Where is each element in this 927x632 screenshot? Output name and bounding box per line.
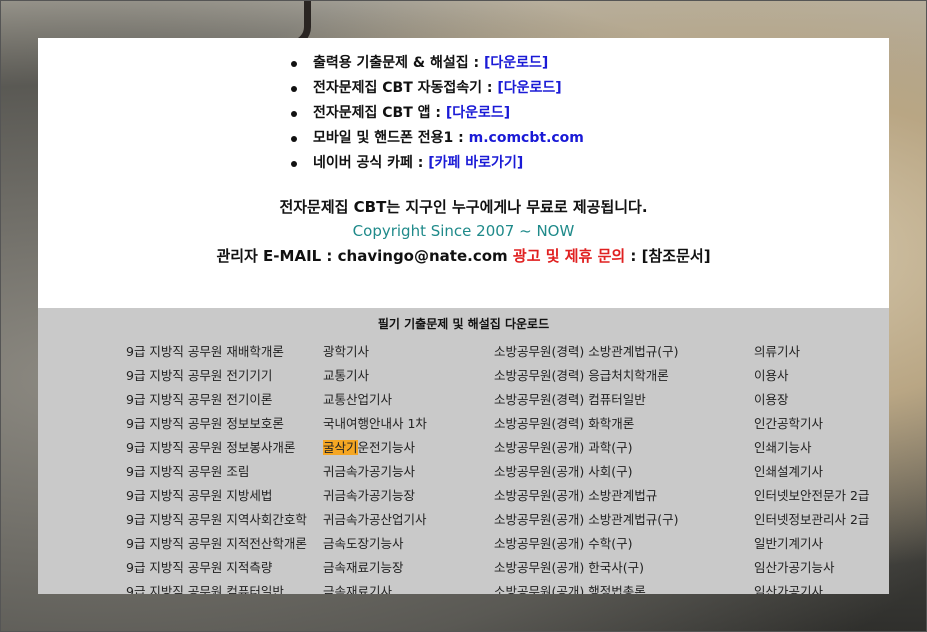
download-item: 전자문제집 CBT 앱 : [다운로드] <box>291 101 851 126</box>
exam-link[interactable]: 인터넷보안전문가 2급 <box>754 484 869 508</box>
download-label: 출력용 기출문제 & 해설집 : <box>313 55 484 71</box>
bullet-icon <box>291 136 297 142</box>
exam-link[interactable]: 9급 지방직 공무원 지역사회간호학 <box>126 508 307 532</box>
contact-line: 관리자 E-MAIL : chavingo@nate.com 광고 및 제휴 문… <box>38 245 889 266</box>
exam-link[interactable]: 금속도장기능사 <box>323 532 427 556</box>
exam-link[interactable]: 교통기사 <box>323 364 427 388</box>
bullet-icon <box>291 161 297 167</box>
exam-link[interactable]: 인쇄설계기사 <box>754 460 869 484</box>
exam-link[interactable]: 소방공무원(공개) 소방관계법규(구) <box>494 508 678 532</box>
download-item: 네이버 공식 카페 : [카페 바로가기] <box>291 151 851 176</box>
ad-inquiry-link[interactable]: 광고 및 제휴 문의 <box>513 247 625 265</box>
exam-link-rest: 운전기능사 <box>357 440 416 455</box>
exam-link[interactable]: 9급 지방직 공무원 지방세법 <box>126 484 307 508</box>
exam-link[interactable]: 소방공무원(공개) 과학(구) <box>494 436 678 460</box>
download-item: 전자문제집 CBT 자동접속기 : [다운로드] <box>291 76 851 101</box>
exam-link[interactable]: 소방공무원(경력) 소방관계법규(구) <box>494 340 678 364</box>
exam-column-1: 9급 지방직 공무원 재배학개론 9급 지방직 공무원 전기기기 9급 지방직 … <box>126 340 307 594</box>
exam-link[interactable]: 일반기계기사 <box>754 532 869 556</box>
exam-link[interactable]: 금속재료기능장 <box>323 556 427 580</box>
exam-link[interactable]: 소방공무원(공개) 한국사(구) <box>494 556 678 580</box>
contact-prefix: 관리자 E-MAIL : <box>216 247 338 265</box>
exam-link[interactable]: 인쇄기능사 <box>754 436 869 460</box>
free-notice: 전자문제집 CBT는 지구인 누구에게나 무료로 제공됩니다. <box>279 198 648 216</box>
exam-link[interactable]: 소방공무원(공개) 행정법총론 <box>494 580 678 594</box>
exam-link[interactable]: 인간공학기사 <box>754 412 869 436</box>
exam-link[interactable]: 소방공무원(공개) 수학(구) <box>494 532 678 556</box>
bullet-icon <box>291 111 297 117</box>
download-links-list: 출력용 기출문제 & 해설집 : [다운로드] 전자문제집 CBT 자동접속기 … <box>291 51 851 176</box>
reference-doc-link[interactable]: [참조문서] <box>642 247 711 265</box>
exam-column-3: 소방공무원(경력) 소방관계법규(구) 소방공무원(경력) 응급처치학개론 소방… <box>494 340 678 594</box>
auto-connector-download-link[interactable]: [다운로드] <box>497 80 561 96</box>
exam-link[interactable]: 소방공무원(경력) 화학개론 <box>494 412 678 436</box>
contact-separator: : <box>625 247 642 265</box>
content-panel: 출력용 기출문제 & 해설집 : [다운로드] 전자문제집 CBT 자동접속기 … <box>38 38 889 594</box>
exam-link[interactable]: 9급 지방직 공무원 전기기기 <box>126 364 307 388</box>
exam-section-title: 필기 기출문제 및 해설집 다운로드 <box>377 317 550 331</box>
download-label: 모바일 및 핸드폰 전용1 : <box>313 130 469 146</box>
exam-link[interactable]: 9급 지방직 공무원 컴퓨터일반 <box>126 580 307 594</box>
print-download-link[interactable]: [다운로드] <box>484 55 548 71</box>
exam-link[interactable]: 귀금속가공기능사 <box>323 460 427 484</box>
exam-link[interactable]: 소방공무원(경력) 컴퓨터일반 <box>494 388 678 412</box>
exam-link[interactable]: 소방공무원(공개) 소방관계법규 <box>494 484 678 508</box>
search-highlight: 굴삭기 <box>323 440 358 455</box>
exam-link[interactable]: 9급 지방직 공무원 조림 <box>126 460 307 484</box>
exam-link[interactable]: 9급 지방직 공무원 지적전산학개론 <box>126 532 307 556</box>
exam-link[interactable]: 9급 지방직 공무원 정보보호론 <box>126 412 307 436</box>
exam-link[interactable]: 국내여행안내사 1차 <box>323 412 427 436</box>
bullet-icon <box>291 61 297 67</box>
contact-email: chavingo@nate.com <box>337 247 508 265</box>
download-item: 출력용 기출문제 & 해설집 : [다운로드] <box>291 51 851 76</box>
download-item: 모바일 및 핸드폰 전용1 : m.comcbt.com <box>291 126 851 151</box>
download-label: 네이버 공식 카페 : <box>313 155 429 171</box>
download-label: 전자문제집 CBT 자동접속기 : <box>313 80 498 96</box>
exam-column-2: 광학기사 교통기사 교통산업기사 국내여행안내사 1차 굴삭기운전기능사 귀금속… <box>323 340 427 594</box>
exam-link[interactable]: 9급 지방직 공무원 전기이론 <box>126 388 307 412</box>
exam-link[interactable]: 9급 지방직 공무원 재배학개론 <box>126 340 307 364</box>
exam-link[interactable]: 귀금속가공산업기사 <box>323 508 427 532</box>
exam-link[interactable]: 금속재료기사 <box>323 580 427 594</box>
exam-link[interactable]: 9급 지방직 공무원 정보봉사개론 <box>126 436 307 460</box>
exam-link[interactable]: 이용사 <box>754 364 869 388</box>
bullet-icon <box>291 86 297 92</box>
exam-link[interactable]: 소방공무원(경력) 응급처치학개론 <box>494 364 678 388</box>
exam-column-4: 의류기사 이용사 이용장 인간공학기사 인쇄기능사 인쇄설계기사 인터넷보안전문… <box>754 340 869 594</box>
exam-link[interactable]: 9급 지방직 공무원 지적측량 <box>126 556 307 580</box>
exam-link[interactable]: 인터넷정보관리사 2급 <box>754 508 869 532</box>
exam-link-hovered[interactable]: 굴삭기운전기능사 <box>323 436 427 460</box>
exam-link[interactable]: 의류기사 <box>754 340 869 364</box>
exam-download-section: 필기 기출문제 및 해설집 다운로드 9급 지방직 공무원 재배학개론 9급 지… <box>38 308 889 594</box>
exam-link[interactable]: 임산가공기사 <box>754 580 869 594</box>
exam-link[interactable]: 교통산업기사 <box>323 388 427 412</box>
exam-link[interactable]: 광학기사 <box>323 340 427 364</box>
exam-link[interactable]: 소방공무원(공개) 사회(구) <box>494 460 678 484</box>
exam-link[interactable]: 귀금속가공기능장 <box>323 484 427 508</box>
exam-link[interactable]: 이용장 <box>754 388 869 412</box>
download-label: 전자문제집 CBT 앱 : <box>313 105 446 121</box>
copyright-text: Copyright Since 2007 ~ NOW <box>352 222 575 240</box>
exam-link[interactable]: 임산가공기능사 <box>754 556 869 580</box>
mobile-site-link[interactable]: m.comcbt.com <box>469 130 584 146</box>
app-download-link[interactable]: [다운로드] <box>446 105 510 121</box>
naver-cafe-link[interactable]: [카페 바로가기] <box>428 155 523 171</box>
